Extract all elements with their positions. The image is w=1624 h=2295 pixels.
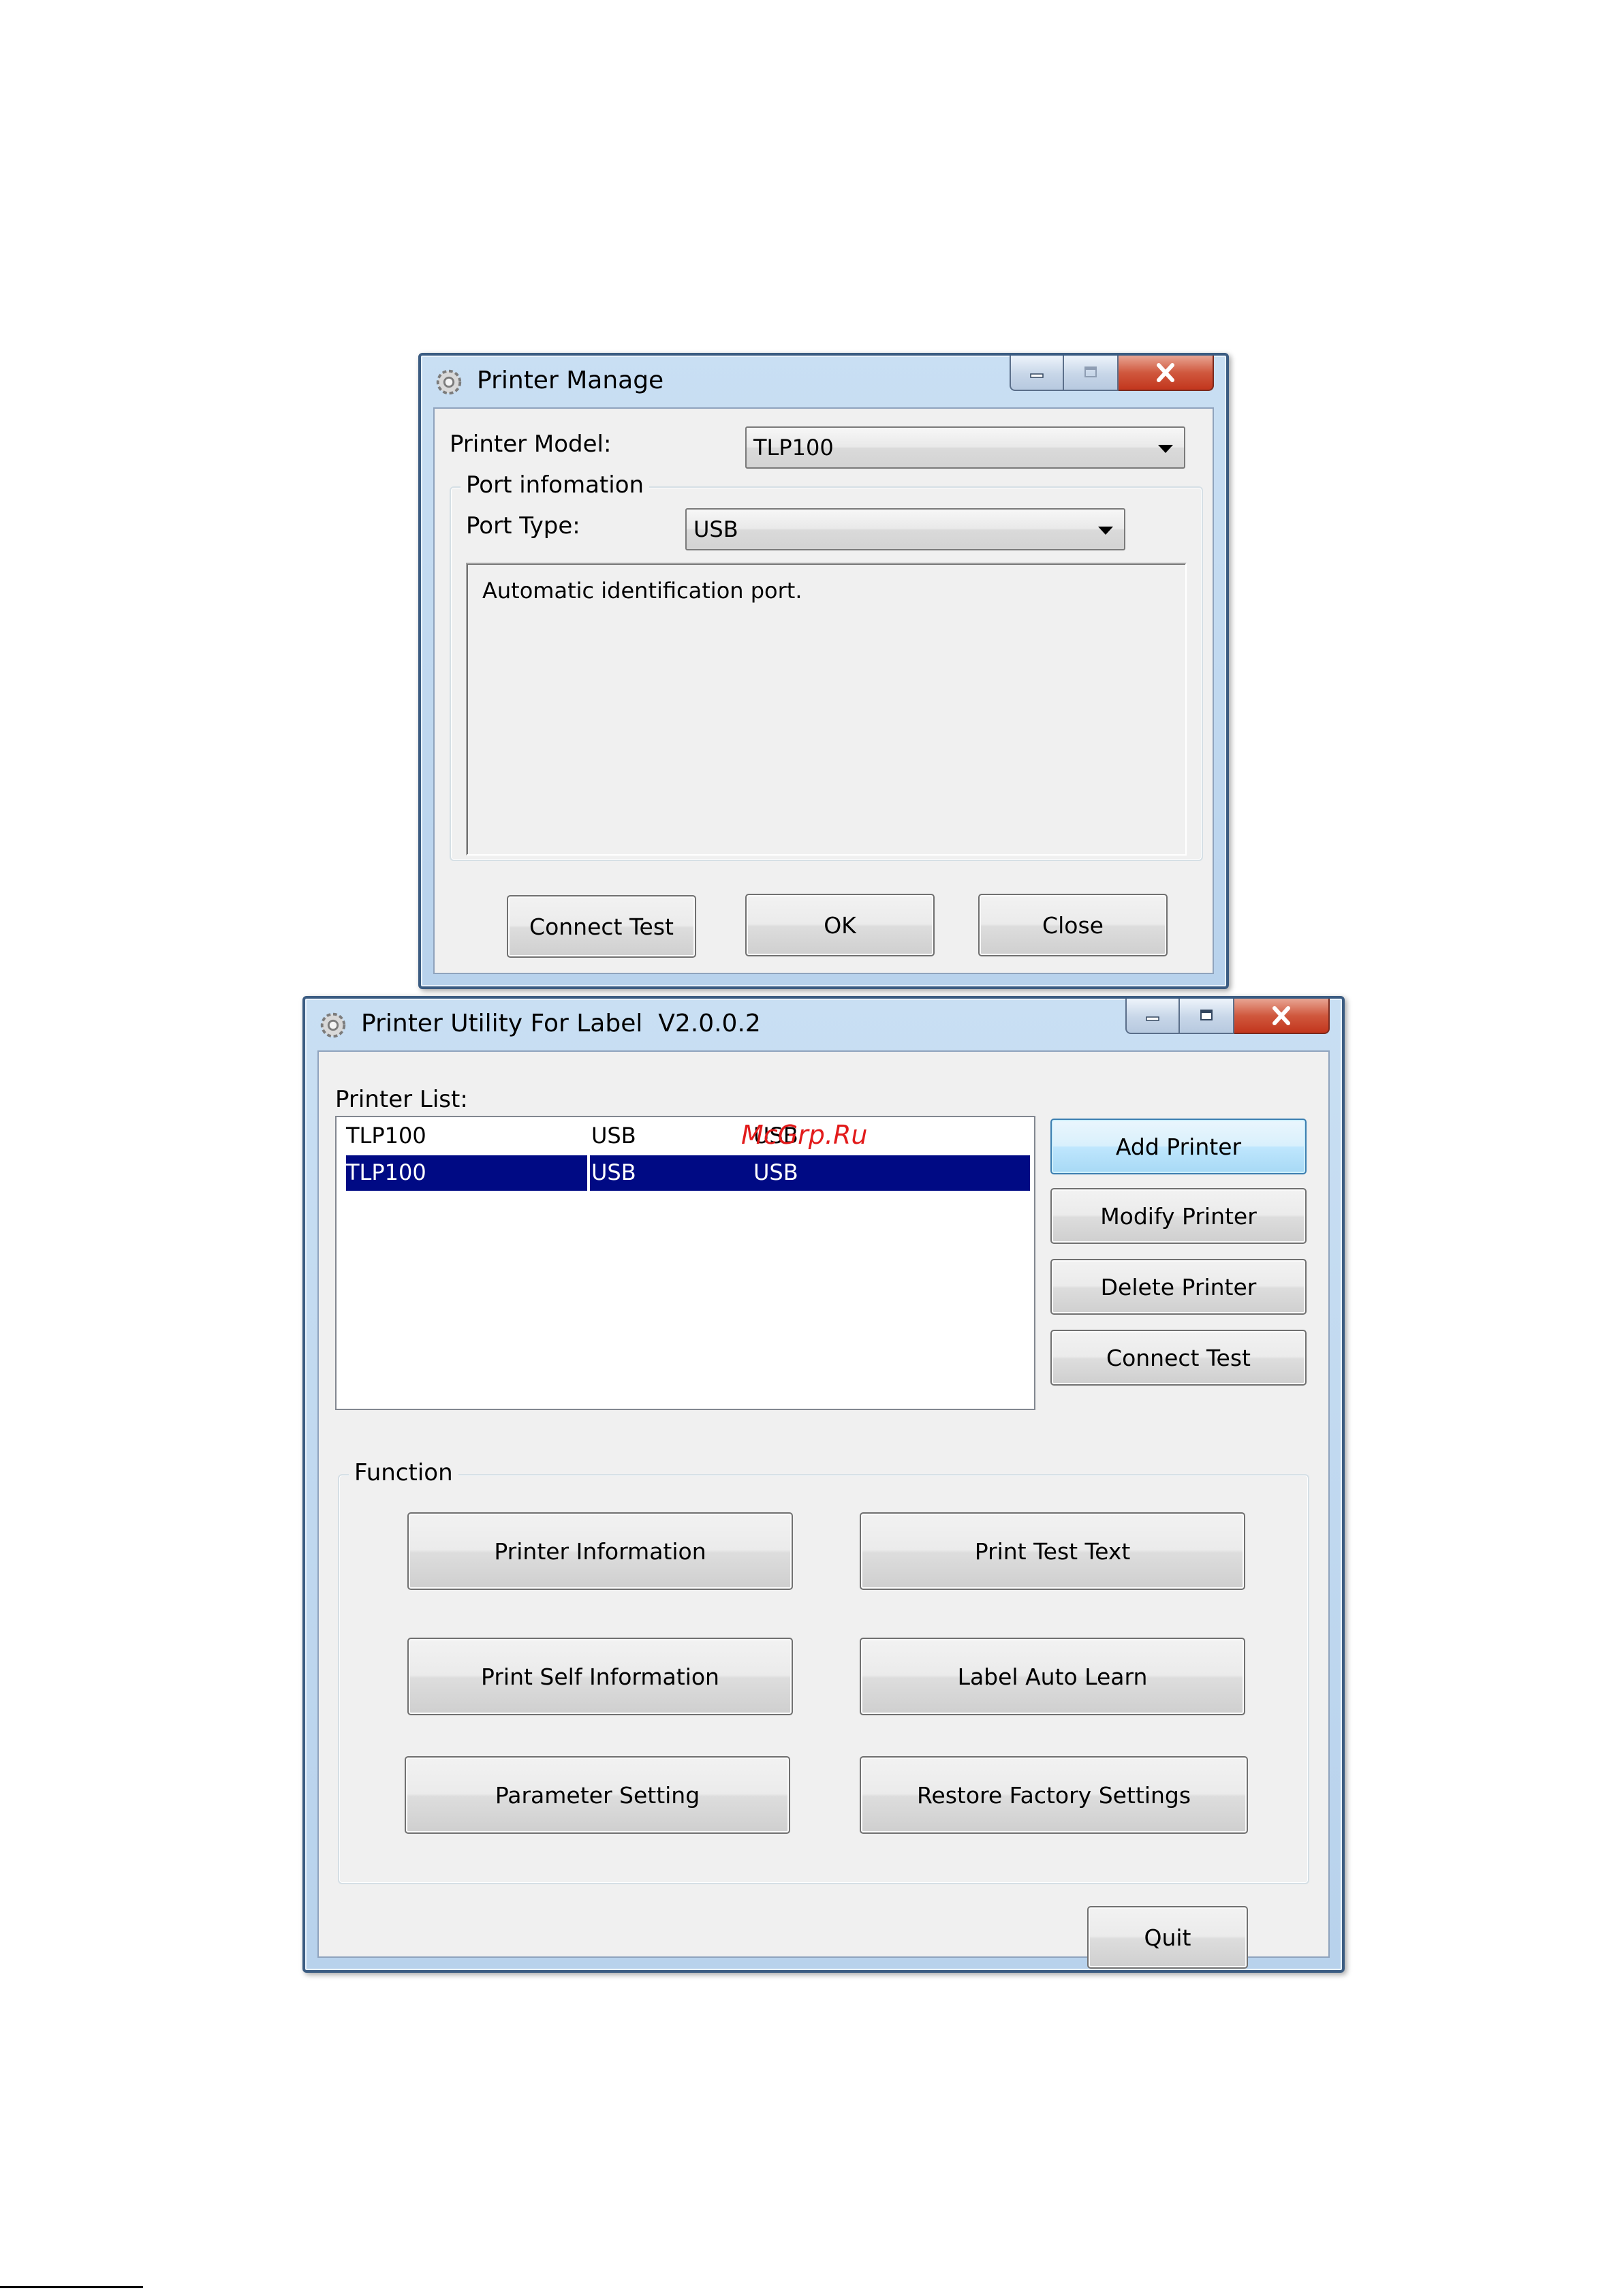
printer-row-model: TLP100 [346, 1123, 426, 1149]
printer-manage-title: Printer Manage [477, 366, 664, 394]
gear-icon [320, 1012, 346, 1038]
close-icon [1157, 363, 1174, 382]
printer-row-selected[interactable]: TLP100 USB USB [346, 1155, 1030, 1191]
modify-printer-button[interactable]: Modify Printer [1050, 1188, 1307, 1244]
connect-test-button[interactable]: Connect Test [507, 895, 696, 958]
maximize-button[interactable] [1180, 999, 1234, 1034]
port-description: Automatic identification port. [482, 578, 802, 604]
maximize-icon [1200, 1010, 1213, 1020]
label-auto-learn-button[interactable]: Label Auto Learn [860, 1638, 1245, 1715]
port-group-label: Port infomation [460, 471, 650, 499]
function-group-label: Function [349, 1459, 458, 1486]
minimize-icon [1146, 1016, 1159, 1021]
chevron-down-icon [1158, 445, 1173, 453]
gear-icon [436, 369, 462, 395]
printer-list-label: Printer List: [335, 1086, 468, 1113]
printer-utility-title: Printer Utility For Label V2.0.0.2 [361, 1010, 761, 1037]
chevron-down-icon [1098, 527, 1113, 535]
quit-button[interactable]: Quit [1087, 1906, 1248, 1969]
connect-test-button[interactable]: Connect Test [1050, 1330, 1307, 1386]
minimize-icon [1030, 373, 1044, 378]
printer-manage-window: Printer Manage Printer Model: TLP100 Por… [418, 353, 1229, 989]
printer-utility-client: Printer List: TLP100 USB USB TLP100 USB … [317, 1050, 1330, 1969]
footer-divider [0, 2286, 143, 2288]
add-printer-button[interactable]: Add Printer [1050, 1119, 1307, 1174]
delete-printer-button[interactable]: Delete Printer [1050, 1259, 1307, 1315]
port-type-value: USB [693, 516, 738, 542]
selection-cell [590, 1155, 1030, 1191]
restore-factory-settings-button[interactable]: Restore Factory Settings [860, 1756, 1248, 1834]
printer-manage-client: Printer Model: TLP100 Port infomation Po… [433, 407, 1214, 974]
printer-utility-titlebar[interactable]: Printer Utility For Label V2.0.0.2 [305, 999, 1342, 1050]
printer-manage-titlebar[interactable]: Printer Manage [421, 356, 1226, 407]
printer-model-select[interactable]: TLP100 [745, 426, 1185, 469]
print-self-information-button[interactable]: Print Self Information [407, 1638, 793, 1715]
close-window-button[interactable] [1119, 356, 1214, 391]
maximize-button[interactable] [1064, 356, 1119, 391]
port-description-panel: Automatic identification port. [466, 563, 1187, 856]
printer-row-port: USB [591, 1123, 636, 1149]
printer-row[interactable]: TLP100 USB USB [346, 1119, 1030, 1154]
close-button[interactable]: Close [978, 894, 1168, 956]
watermark: McGrp.Ru [741, 1120, 868, 1150]
parameter-setting-button[interactable]: Parameter Setting [405, 1756, 790, 1834]
printer-row-port: USB [591, 1159, 636, 1185]
printer-information-button[interactable]: Printer Information [407, 1512, 793, 1590]
port-type-label: Port Type: [466, 512, 580, 540]
printer-row-info: USB [753, 1159, 798, 1185]
close-window-button[interactable] [1234, 999, 1330, 1034]
minimize-button[interactable] [1125, 999, 1180, 1034]
close-icon [1272, 1006, 1290, 1025]
printer-list[interactable]: TLP100 USB USB TLP100 USB USB [335, 1116, 1035, 1410]
minimize-button[interactable] [1010, 356, 1064, 391]
print-test-text-button[interactable]: Print Test Text [860, 1512, 1245, 1590]
ok-button[interactable]: OK [745, 894, 935, 956]
printer-model-label: Printer Model: [450, 431, 612, 458]
printer-model-value: TLP100 [753, 435, 834, 460]
maximize-icon [1084, 366, 1097, 377]
port-type-select[interactable]: USB [685, 508, 1125, 550]
printer-row-model: TLP100 [346, 1159, 426, 1185]
